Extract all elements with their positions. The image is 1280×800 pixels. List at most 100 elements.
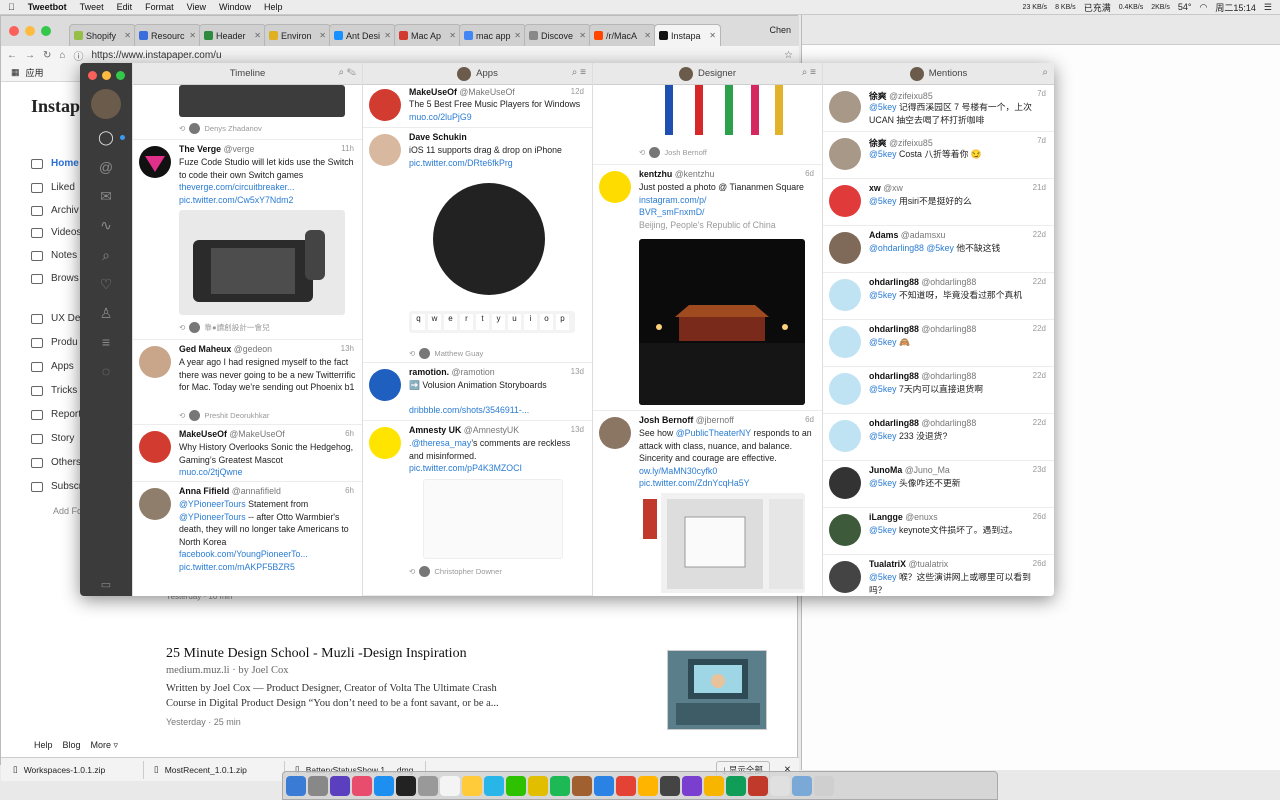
tweet-mention[interactable]: @5key: [869, 431, 897, 441]
folder-item[interactable]: UX De: [31, 313, 80, 324]
folder-item[interactable]: Apps: [31, 361, 74, 372]
article-item[interactable]: 25 Minute Design School - Muzli -Design …: [166, 646, 526, 727]
butterfly-app-icon[interactable]: [638, 775, 658, 796]
search-icon[interactable]: ⌕: [96, 246, 116, 264]
menu-tweet[interactable]: Tweet: [80, 2, 104, 12]
close-icon[interactable]: ✕: [384, 31, 391, 40]
tweet-mention[interactable]: @ohdarling88 @5key: [869, 243, 954, 253]
close-window-button[interactable]: [88, 71, 97, 80]
folder-item[interactable]: Story: [31, 433, 74, 444]
tweet-mention[interactable]: @YPioneerTours: [179, 512, 246, 522]
notes-app-icon[interactable]: [462, 775, 482, 796]
folder-item[interactable]: Others: [31, 457, 81, 468]
close-icon[interactable]: ✕: [579, 31, 586, 40]
mention-tweet[interactable]: TualatriX @tualatrix 26d @5key 喉？这些演讲网上或哪里…: [823, 555, 1054, 596]
clock[interactable]: 周二15:14: [1215, 1, 1256, 14]
nav-notes[interactable]: Notes: [31, 250, 77, 261]
avatar[interactable]: [369, 369, 401, 401]
notification-icon[interactable]: ☰: [1264, 2, 1272, 13]
avatar[interactable]: [829, 467, 861, 499]
launchpad-icon[interactable]: [308, 775, 328, 796]
tweet-author[interactable]: MakeUseOf @MakeUseOf: [409, 87, 515, 97]
avatar[interactable]: [139, 346, 171, 378]
bookmark-star-icon[interactable]: ☆: [784, 50, 793, 61]
tweet-image[interactable]: [179, 85, 345, 117]
avatar[interactable]: [829, 420, 861, 452]
tweet-mention[interactable]: @5key: [869, 290, 897, 300]
close-icon[interactable]: ✕: [124, 31, 131, 40]
close-icon[interactable]: ✕: [709, 31, 716, 40]
menu-edit[interactable]: Edit: [117, 2, 133, 12]
mention-tweet[interactable]: ohdarling88 @ohdarling88 22d @5key 233 没退货…: [823, 414, 1054, 461]
archive-app-icon[interactable]: [572, 775, 592, 796]
tweet-author[interactable]: Anna Fifield @annafifield: [179, 486, 281, 496]
back-icon[interactable]: ←: [7, 50, 17, 61]
tweet[interactable]: The Verge @verge 11h Fuze Code Studio wi…: [133, 140, 362, 340]
menu-view[interactable]: View: [187, 2, 206, 12]
browser-tab-active[interactable]: Instapa ✕: [654, 24, 721, 46]
tweet-author[interactable]: ohdarling88 @ohdarling88: [869, 277, 976, 287]
apple-icon[interactable]: : [8, 2, 15, 12]
minimize-window-button[interactable]: [25, 26, 35, 36]
tweet-link[interactable]: muo.co/2luPjG9: [409, 112, 472, 122]
tweet-link[interactable]: BVR_smFnxmD/: [639, 207, 705, 217]
tweet-image[interactable]: [423, 479, 563, 559]
search-icon[interactable]: ⌕ ≡: [572, 67, 586, 78]
forward-icon[interactable]: →: [25, 50, 35, 61]
minimize-window-button[interactable]: [102, 71, 111, 80]
favorites-heart-icon[interactable]: ♡: [96, 275, 116, 293]
tweet[interactable]: kentzhu @kentzhu 6d Just posted a photo …: [593, 165, 822, 411]
tweet[interactable]: Dave Schukin iOS 11 supports drag & drop…: [363, 128, 592, 363]
menu-app-name[interactable]: Tweetbot: [28, 2, 67, 12]
tweet-link[interactable]: pic.twitter.com/Cw5xY7Ndm2: [179, 195, 293, 205]
tweet-link[interactable]: instagram.com/p/: [639, 195, 706, 205]
folder-item[interactable]: Tricks: [31, 385, 77, 396]
avatar[interactable]: [139, 146, 171, 178]
downloads-stack-icon[interactable]: [770, 775, 790, 796]
mention-tweet[interactable]: JunoMa @Juno_Ma 23d @5key 头像咋还不更新: [823, 461, 1054, 508]
avatar[interactable]: [369, 134, 401, 166]
zoom-window-button[interactable]: [116, 71, 125, 80]
columns-toggle-icon[interactable]: ▭: [96, 575, 116, 593]
nav-home[interactable]: Home: [31, 158, 79, 169]
tweet-author[interactable]: TualatriX @tualatrix: [869, 559, 948, 569]
lists-icon[interactable]: ≡: [96, 333, 116, 351]
browser-tab[interactable]: Header ✕: [199, 24, 266, 46]
tweet-author[interactable]: Ged Maheux @gedeon: [179, 344, 272, 354]
browser-tab[interactable]: Resourc ✕: [134, 24, 201, 46]
menu-format[interactable]: Format: [145, 2, 174, 12]
close-icon[interactable]: ✕: [449, 31, 456, 40]
folder-item[interactable]: Subscr: [31, 481, 82, 492]
sketch-diamond-icon[interactable]: [704, 775, 724, 796]
tweet-mention[interactable]: @5key: [869, 102, 897, 112]
avatar[interactable]: [139, 488, 171, 520]
terminal-icon[interactable]: [396, 775, 416, 796]
avatar[interactable]: [829, 138, 861, 170]
netease-icon[interactable]: [748, 775, 768, 796]
info-icon[interactable]: ⓘ: [73, 48, 83, 63]
avatar[interactable]: [829, 185, 861, 217]
reload-icon[interactable]: ↻: [43, 50, 51, 61]
avatar[interactable]: [829, 232, 861, 264]
app-store-icon[interactable]: [374, 775, 394, 796]
tweet-mention[interactable]: @5key: [869, 196, 897, 206]
nav-liked[interactable]: Liked: [31, 182, 75, 193]
calendar-icon[interactable]: [440, 775, 460, 796]
footer-blog[interactable]: Blog: [63, 740, 81, 751]
tweet[interactable]: Ged Maheux @gedeon 13h A year ago I had …: [133, 340, 362, 425]
finder-icon[interactable]: [286, 775, 306, 796]
download-item[interactable]: ▯ Workspaces-1.0.1.zip: [9, 760, 144, 779]
avatar[interactable]: [829, 326, 861, 358]
tweetbot-dock-icon[interactable]: [484, 775, 504, 796]
browser-tab[interactable]: /r/MacA ✕: [589, 24, 656, 46]
tweet-mention[interactable]: @5key: [869, 149, 897, 159]
avatar[interactable]: [829, 279, 861, 311]
mention-tweet[interactable]: xw @xw 21d @5key 用siri不是挺好的么: [823, 179, 1054, 226]
timeline-bubble-icon[interactable]: ◯: [96, 128, 116, 146]
messages-envelope-icon[interactable]: ✉: [96, 187, 116, 205]
tweet-image[interactable]: [639, 85, 805, 137]
tweet-image[interactable]: [639, 239, 805, 405]
tweet-author[interactable]: Josh Bernoff @jbernoff: [639, 415, 734, 425]
account-avatar[interactable]: [91, 89, 121, 119]
system-preferences-icon[interactable]: [418, 775, 438, 796]
